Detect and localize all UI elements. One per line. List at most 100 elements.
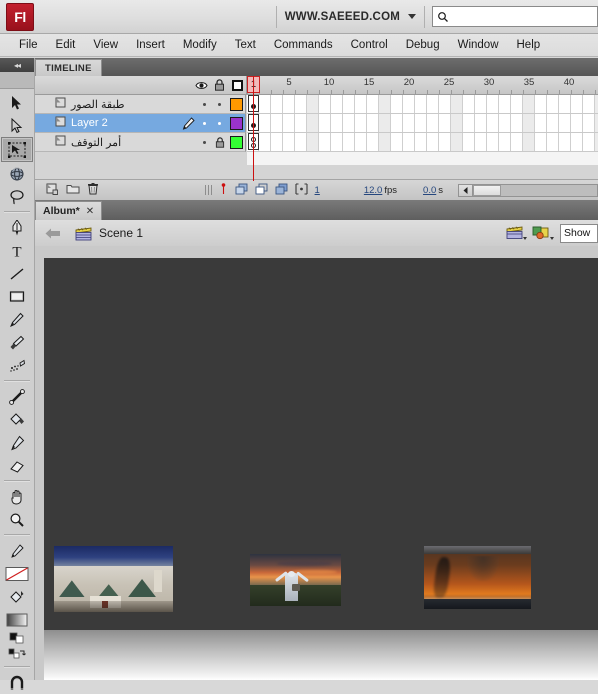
photo-person-sunset[interactable] [250,554,341,606]
swap-colors-button[interactable] [8,648,26,663]
selection-tool[interactable] [2,91,32,114]
caret-down-icon[interactable] [408,14,416,19]
spray-brush-tool[interactable] [2,354,32,377]
tool-divider-4 [4,534,30,536]
timeline-horizontal-scrollbar[interactable] [458,184,598,197]
gradient-fill-swatch[interactable] [2,608,32,631]
scrollbar-thumb[interactable] [473,185,501,196]
menu-text[interactable]: Text [226,37,265,53]
ruler-tick: 30 [484,77,495,88]
black-and-white-button[interactable] [9,632,25,647]
menu-view[interactable]: View [84,37,127,53]
flash-application-window: Fl WWW.SAEEED.COM File Edit View Insert … [0,0,598,680]
layer-visibility-toggle[interactable] [197,141,212,144]
frame-row[interactable] [247,95,598,114]
frame-row[interactable] [247,133,598,152]
panel-grip[interactable] [205,185,212,195]
center-frame-icon[interactable] [219,183,228,198]
pen-tool[interactable] [2,216,32,239]
pencil-tool[interactable] [2,308,32,331]
back-arrow-icon[interactable] [45,228,61,239]
ruler-tick: 25 [444,77,455,88]
edit-symbol-icon[interactable] [532,225,556,241]
layer-name-cell[interactable]: Layer 2 [35,116,179,130]
layer-color-swatch[interactable] [227,117,245,130]
snap-to-objects-button[interactable] [2,671,32,694]
layer-color-swatch[interactable] [227,98,245,111]
collapse-tools-button[interactable]: ◂◂ [0,58,34,72]
tools-panel: ◂◂ [0,58,35,680]
tool-divider-5 [4,666,30,668]
menu-file[interactable]: File [10,37,47,53]
photo-sunset-smoke[interactable] [424,546,531,609]
layer-visibility-toggle[interactable] [197,122,212,125]
modify-onion-markers-icon[interactable] [295,183,308,198]
layer-row[interactable]: طبقة الصور [35,95,246,114]
onion-skin-outline-icon[interactable] [255,183,268,198]
line-tool[interactable] [2,262,32,285]
scroll-left-button[interactable] [459,185,473,196]
layer-name-cell[interactable]: طبقة الصور [35,97,197,111]
lasso-tool[interactable] [2,185,32,208]
zoom-level-select[interactable]: Show [560,224,598,243]
photo-city-skyline[interactable] [54,546,173,612]
svg-text:T: T [12,244,21,259]
flash-logo[interactable]: Fl [6,3,34,31]
fill-color-none-swatch[interactable] [2,562,32,585]
layer-visibility-toggle[interactable] [197,103,212,106]
menu-edit[interactable]: Edit [47,37,85,53]
menu-window[interactable]: Window [449,37,508,53]
edit-multiple-frames-icon[interactable] [275,183,288,198]
edit-scene-icon[interactable] [506,225,528,241]
tab-timeline[interactable]: TIMELINE [35,59,102,76]
layer-lock-toggle[interactable] [212,122,227,125]
frames-grid[interactable] [247,95,598,165]
playhead-line [253,76,254,181]
menu-modify[interactable]: Modify [174,37,226,53]
scene-label: Scene 1 [99,226,143,240]
3d-rotation-tool[interactable] [2,162,32,185]
paint-bucket-tool[interactable] [2,408,32,431]
menu-insert[interactable]: Insert [127,37,174,53]
close-icon[interactable]: ✕ [86,206,94,217]
subselection-tool[interactable] [2,114,32,137]
free-transform-tool[interactable] [1,137,33,162]
onion-skin-icon[interactable] [235,183,248,198]
stage-area[interactable] [35,246,598,680]
text-tool[interactable]: T [2,239,32,262]
current-frame-indicator[interactable]: 1 [315,185,320,196]
document-tab-album[interactable]: Album* ✕ [35,201,102,220]
trash-icon[interactable] [87,182,99,198]
bone-tool[interactable] [2,385,32,408]
menu-debug[interactable]: Debug [397,37,449,53]
lock-icon[interactable] [210,79,228,91]
menu-help[interactable]: Help [508,37,550,53]
timeline-ruler[interactable]: 1 5 10 15 20 25 30 35 40 45 [247,76,598,95]
eraser-tool[interactable] [2,454,32,477]
stage-canvas[interactable] [44,258,598,630]
outline-square-icon[interactable] [228,80,246,91]
fps-value[interactable]: 12.0 [364,185,383,196]
layer-color-swatch[interactable] [227,136,245,149]
tool-divider-2 [4,380,30,382]
hand-tool[interactable] [2,485,32,508]
search-input[interactable] [432,6,598,27]
rectangle-tool[interactable] [2,285,32,308]
layer-name-cell[interactable]: أمر التوقف [35,135,197,149]
stroke-color-swatch[interactable] [2,539,32,562]
frame-row[interactable] [247,114,598,133]
menu-control[interactable]: Control [342,37,397,53]
layer-locked-indicator[interactable] [212,137,227,148]
menu-commands[interactable]: Commands [265,37,342,53]
brush-tool[interactable] [2,331,32,354]
eye-icon[interactable] [192,80,210,91]
zoom-tool[interactable] [2,508,32,531]
new-folder-icon[interactable] [66,183,80,197]
eyedropper-tool[interactable] [2,431,32,454]
tools-list: T [0,89,34,694]
new-layer-icon[interactable] [46,183,59,198]
layer-lock-toggle[interactable] [212,103,227,106]
layer-row[interactable]: Layer 2 [35,114,246,133]
layer-row[interactable]: أمر التوقف [35,133,246,152]
fill-bucket-swatch[interactable] [2,585,32,608]
